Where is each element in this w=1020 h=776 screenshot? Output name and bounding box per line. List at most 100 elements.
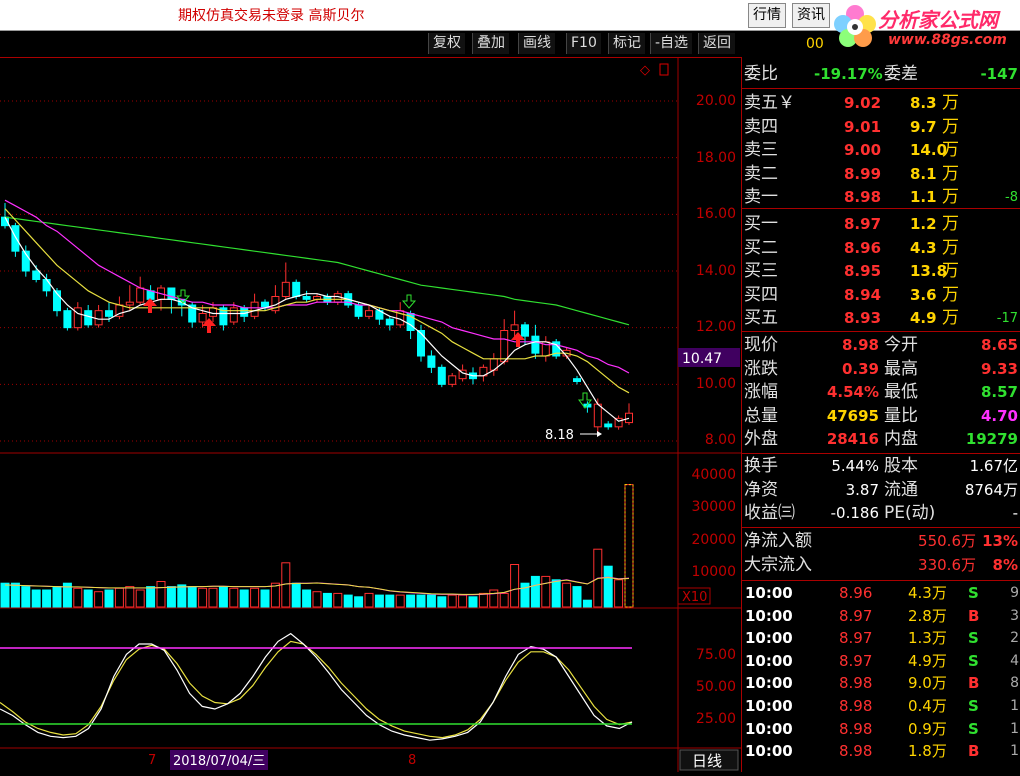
back-button[interactable]: 返回 — [698, 33, 735, 54]
sell-order-row[interactable]: 卖二 8.99 8.1 万 — [742, 163, 1020, 186]
buy-order-row[interactable]: 买四 8.94 3.6 万 — [742, 284, 1020, 307]
tick-time: 10:00 — [745, 584, 793, 602]
fund-flow-label: 净流入额 — [744, 531, 812, 551]
period-label[interactable]: 日线 — [692, 752, 722, 770]
tick-row[interactable]: 10:00 8.96 4.3万 S 9 — [742, 582, 1020, 605]
volume-bar — [146, 586, 156, 608]
diamond-icon[interactable]: ◇ — [640, 63, 650, 78]
finance-row: 收益㈢ -0.186 PE(动) - — [742, 502, 1020, 525]
stat-label: 外盘 — [744, 429, 778, 449]
buy-order-row[interactable]: 买三 8.95 13.8 万 — [742, 260, 1020, 283]
volume-bar — [135, 589, 145, 608]
price-tick-label: 8.00 — [705, 432, 736, 448]
tick-volume: 0.9万 — [908, 719, 947, 738]
mark-button[interactable]: 标记 — [608, 33, 645, 54]
volume-bar — [94, 591, 104, 608]
kdj-tick-label: 75.00 — [696, 647, 736, 663]
sell-price: 8.98 — [844, 188, 882, 206]
kline-chart-area[interactable]: ◇ 10.47 8.18 20.00 18.00 16.00 14.00 12.… — [0, 58, 742, 772]
kline-chart[interactable]: ◇ 10.47 8.18 20.00 18.00 16.00 14.00 12.… — [0, 58, 742, 772]
tick-row[interactable]: 10:00 8.98 0.9万 S 1 — [742, 718, 1020, 741]
volume-bar — [270, 582, 280, 608]
fund-flow-label: 大宗流入 — [744, 554, 812, 575]
buy-price: 8.96 — [844, 238, 882, 257]
volume-bar — [551, 579, 561, 608]
fund-flow-pct: 13% — [982, 532, 1018, 550]
volume-bar — [114, 587, 124, 608]
price-tick-label: 14.00 — [696, 263, 736, 279]
stat-value: 8.65 — [980, 336, 1018, 354]
tick-row[interactable]: 10:00 8.98 9.0万 B 8 — [742, 672, 1020, 695]
sell-level-label: 卖五￥ — [744, 93, 795, 113]
tick-time: 10:00 — [745, 629, 793, 648]
buy-order-row[interactable]: 买五 8.93 4.9 万 -17 — [742, 307, 1020, 330]
stat-value: 4.70 — [980, 406, 1018, 425]
sell-volume: 8.1 — [910, 164, 937, 183]
volume-bar — [166, 586, 176, 608]
volume-bar — [395, 594, 405, 608]
buy-order-row[interactable]: 买二 8.96 4.3 万 — [742, 237, 1020, 260]
volume-bar — [614, 579, 624, 608]
tick-row[interactable]: 10:00 8.98 1.8万 B 1 — [742, 740, 1020, 763]
tick-row[interactable]: 10:00 8.97 1.3万 S 2 — [742, 627, 1020, 650]
sell-level-label: 卖二 — [744, 163, 778, 184]
tick-row[interactable]: 10:00 8.97 4.9万 S 4 — [742, 650, 1020, 673]
tick-side: B — [968, 674, 980, 693]
tick-row[interactable]: 10:00 8.97 2.8万 B 3 — [742, 605, 1020, 628]
volume-bar — [10, 582, 20, 608]
tick-row[interactable]: 10:00 8.98 0.4万 S 1 — [742, 695, 1020, 718]
tick-price: 8.98 — [839, 742, 873, 761]
candle-body — [136, 287, 145, 303]
overlay-button[interactable]: 叠加 — [472, 33, 509, 54]
volume-bar — [510, 564, 520, 608]
buy-change: -17 — [996, 311, 1018, 326]
tick-side: S — [968, 629, 979, 648]
volume-bar — [437, 596, 447, 608]
stat-label: 今开 — [884, 335, 918, 355]
buy-volume: 4.3 — [910, 238, 937, 257]
tick-volume: 4.3万 — [908, 584, 947, 602]
weicha-value: -147 — [980, 65, 1018, 83]
logo-brand-text: 分析家公式网 — [878, 8, 998, 32]
volume-bar — [541, 575, 551, 608]
candle-body — [94, 310, 103, 326]
weibi-label: 委比 — [744, 64, 778, 84]
tick-count: 8 — [1010, 675, 1019, 692]
volume-bar — [406, 594, 416, 608]
volume-bar — [291, 582, 301, 608]
sell-order-row[interactable]: 卖四 9.01 9.7 万 — [742, 116, 1020, 139]
window-toggle-icon[interactable] — [659, 63, 669, 76]
sell-order-row[interactable]: 卖五￥ 9.02 8.3 万 — [742, 92, 1020, 115]
sell-level-label: 卖一 — [744, 187, 778, 207]
stat-value: 28416 — [826, 430, 879, 448]
sell-level-label: 卖三 — [744, 140, 778, 160]
tick-volume: 2.8万 — [908, 606, 947, 625]
info-tab-button[interactable]: 资讯 — [792, 3, 830, 28]
volume-bar — [83, 589, 93, 608]
stat-label: 总量 — [744, 405, 778, 426]
quote-tab-button[interactable]: 行情 — [748, 3, 786, 28]
remove-watchlist-button[interactable]: -自选 — [650, 33, 693, 54]
sell-order-row[interactable]: 卖一 8.98 1.1 万 -8 — [742, 186, 1020, 209]
volume-bar — [52, 586, 62, 608]
tick-side: S — [968, 719, 979, 738]
tick-side: S — [968, 584, 979, 602]
sell-unit: 万 — [942, 116, 959, 137]
volume-bar — [478, 592, 488, 608]
buy-order-row[interactable]: 买一 8.97 1.2 万 — [742, 213, 1020, 236]
finance-label: 流通 — [884, 479, 918, 500]
f10-button[interactable]: F10 — [566, 33, 601, 54]
stat-value: 0.39 — [841, 359, 879, 378]
volume-bar — [562, 582, 572, 608]
sell-order-row[interactable]: 卖三 9.00 14.0 万 — [742, 139, 1020, 162]
draw-line-button[interactable]: 画线 — [518, 33, 555, 54]
tick-volume: 1.3万 — [908, 629, 947, 648]
volume-bar — [333, 592, 343, 608]
adjust-rights-button[interactable]: 复权 — [428, 33, 465, 54]
tick-price: 8.97 — [839, 651, 873, 670]
volume-bar — [447, 594, 457, 608]
buy-price: 8.94 — [844, 285, 882, 304]
candle-body — [437, 366, 446, 385]
sell-unit: 万 — [942, 140, 959, 160]
candle-body — [521, 324, 529, 337]
